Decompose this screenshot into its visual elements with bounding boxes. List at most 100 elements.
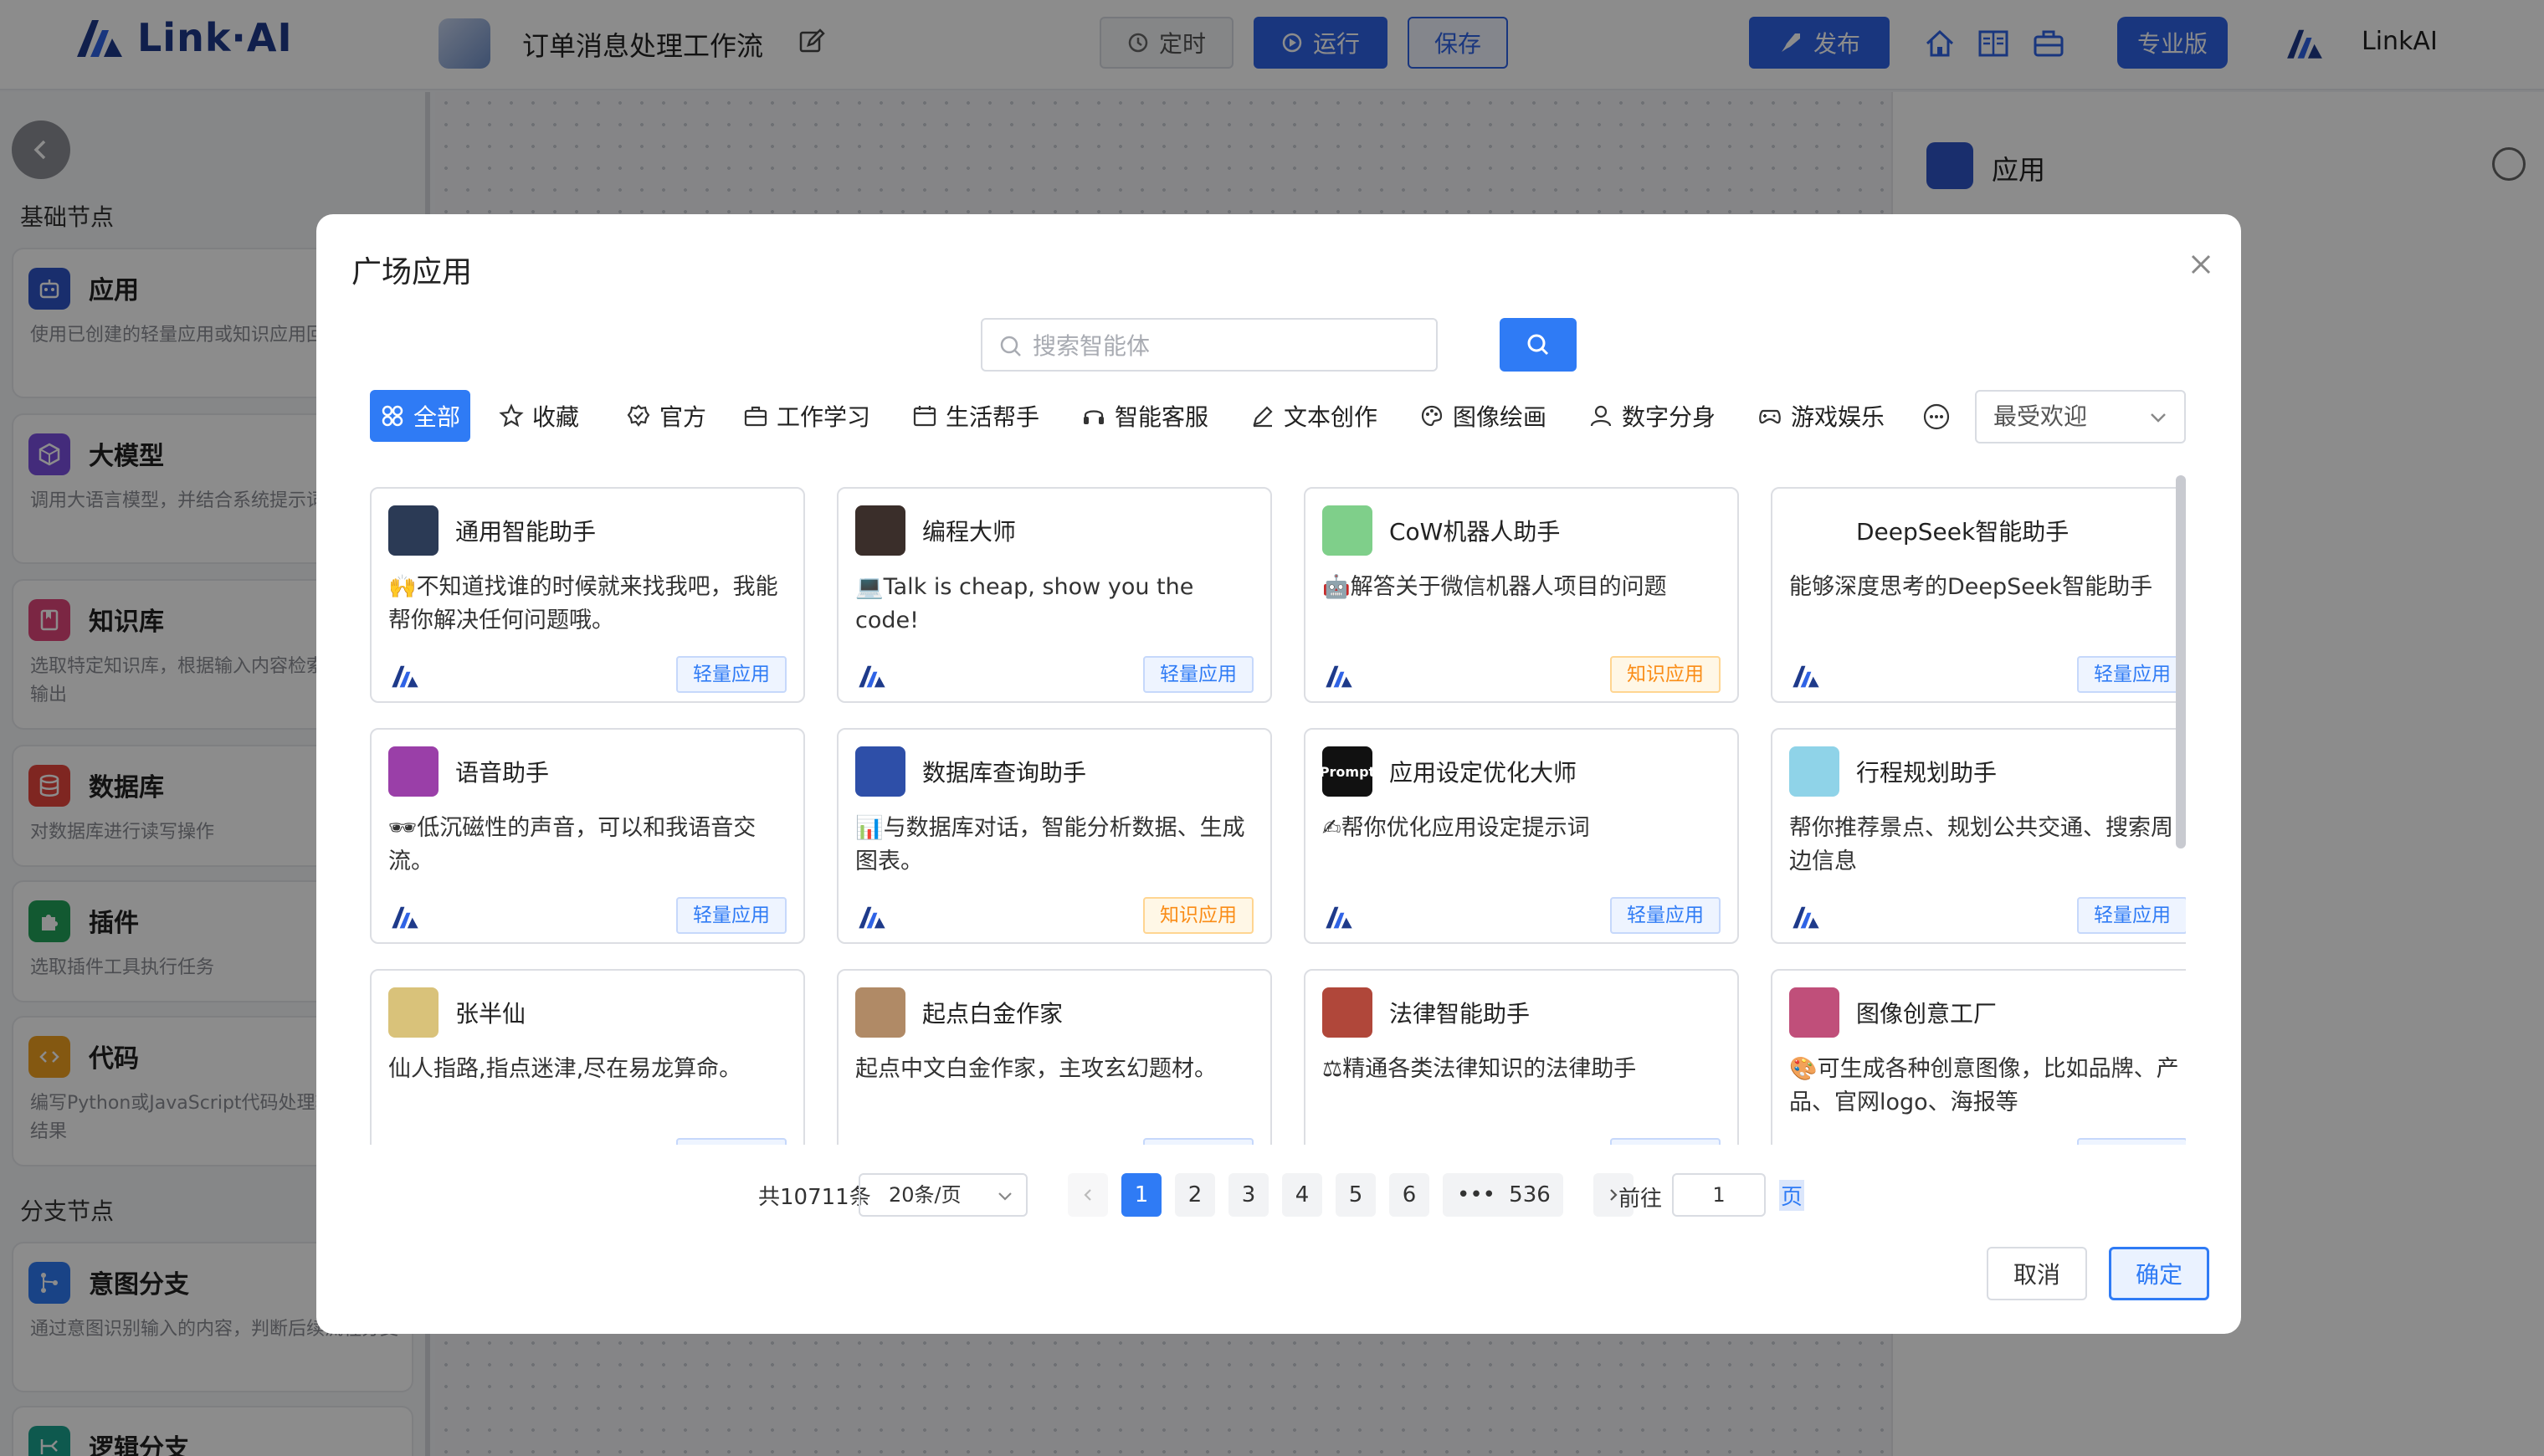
tab-digital-avatar[interactable]: 数字分身 <box>1578 390 1726 442</box>
tab-games-fun[interactable]: 游戏娱乐 <box>1747 390 1895 442</box>
app-description: 起点中文白金作家，主攻玄幻题材。 <box>855 1056 1217 1082</box>
page-number-button[interactable]: 6 <box>1389 1173 1429 1217</box>
app-card[interactable]: 起点白金作家起点中文白金作家，主攻玄幻题材。轻量应用 <box>837 969 1272 1145</box>
app-name: 语音助手 <box>455 759 550 787</box>
star-icon <box>499 403 524 428</box>
linkai-logo-icon <box>859 665 885 688</box>
tab-label: 生活帮手 <box>946 403 1040 431</box>
app-avatar <box>855 505 905 556</box>
app-card[interactable]: 通用智能助手 🙌不知道找谁的时候就来找我吧，我能帮你解决任何问题哦。 轻量应用 <box>370 487 805 703</box>
tab-label: 智能客服 <box>1115 403 1209 431</box>
page-number-button[interactable]: 4 <box>1282 1173 1322 1217</box>
app-name: 数据库查询助手 <box>922 759 1087 787</box>
app-type-tag: 轻量应用 <box>1610 897 1721 934</box>
app-type-tag: 轻量应用 <box>1610 1138 1721 1145</box>
app-description: 🕶低沉磁性的声音，可以和我语音交流。 <box>388 815 757 874</box>
app-card[interactable]: 张半仙仙人指路,指点迷津,尽在易龙算命。轻量应用 <box>370 969 805 1145</box>
chevron-down-icon <box>998 1192 1012 1201</box>
app-description: 💻Talk is cheap, show you the code! <box>855 574 1194 633</box>
sort-value: 最受欢迎 <box>1993 402 2088 430</box>
page-number-button[interactable]: 5 <box>1336 1173 1376 1217</box>
page-number-button[interactable]: 536 <box>1496 1173 1563 1217</box>
app-square-modal: 广场应用 全部 收藏 官方 工作学习 生活帮手 智能客服 文本创作 图像绘画 <box>316 214 2241 1334</box>
badge-icon <box>627 404 650 427</box>
page-number-button[interactable]: 2 <box>1175 1173 1215 1217</box>
app-card-list[interactable]: 通用智能助手 🙌不知道找谁的时候就来找我吧，我能帮你解决任何问题哦。 轻量应用 编程大… <box>370 487 2186 1145</box>
app-name: 起点白金作家 <box>922 1000 1064 1028</box>
linkai-logo-icon <box>1326 665 1352 688</box>
briefcase-icon <box>744 406 767 427</box>
tab-label: 收藏 <box>532 403 580 431</box>
app-avatar <box>855 987 905 1038</box>
tab-label: 官方 <box>659 403 707 431</box>
linkai-logo-icon <box>1326 906 1352 929</box>
linkai-logo-icon <box>392 906 418 929</box>
tab-official[interactable]: 官方 <box>616 390 716 442</box>
search-field <box>981 318 1438 372</box>
app-name: 行程规划助手 <box>1856 759 1998 787</box>
app-card[interactable]: 图像创意工厂 🎨可生成各种创意图像，比如品牌、产品、官网logo、海报等轻量应用 <box>1771 969 2186 1145</box>
tab-text-creation[interactable]: 文本创作 <box>1240 390 1387 442</box>
tab-image-painting[interactable]: 图像绘画 <box>1409 390 1557 442</box>
search-icon <box>1000 336 1021 356</box>
search-button[interactable] <box>1500 318 1577 372</box>
app-name: 法律智能助手 <box>1389 1000 1531 1028</box>
app-card[interactable]: CoW机器人助手 🤖解答关于微信机器人项目的问题 知识应用 <box>1304 487 1739 703</box>
search-input[interactable] <box>1033 325 1426 367</box>
app-type-tag: 轻量应用 <box>1143 1138 1254 1145</box>
calendar-icon <box>913 406 936 427</box>
app-name: 通用智能助手 <box>455 518 597 546</box>
pen-icon <box>1253 406 1273 428</box>
gamepad-icon <box>1759 409 1781 424</box>
tab-customer-service[interactable]: 智能客服 <box>1071 390 1218 442</box>
prev-page-button[interactable] <box>1068 1173 1108 1217</box>
app-card[interactable]: 法律智能助手 ⚖精通各类法律知识的法律助手轻量应用 <box>1304 969 1739 1145</box>
modal-title: 广场应用 <box>351 255 473 290</box>
app-name: 应用设定优化大师 <box>1389 759 1577 787</box>
app-name: DeepSeek智能助手 <box>1856 518 2070 546</box>
app-name: 图像创意工厂 <box>1856 1000 1998 1028</box>
app-description: 🎨可生成各种创意图像，比如品牌、产品、官网logo、海报等 <box>1789 1056 2179 1115</box>
list-scrollbar[interactable] <box>2176 475 2186 848</box>
page-size-select[interactable]: 20条/页 <box>859 1173 1028 1217</box>
app-avatar <box>1322 505 1372 556</box>
app-card[interactable]: DeepSeek智能助手 能够深度思考的DeepSeek智能助手 轻量应用 <box>1771 487 2186 703</box>
chevron-down-icon <box>2151 413 2166 423</box>
app-avatar: Prompt <box>1322 746 1372 797</box>
goto-page-input[interactable] <box>1672 1173 1766 1217</box>
app-type-tag: 轻量应用 <box>676 656 787 693</box>
app-avatar <box>388 505 439 556</box>
app-avatar <box>1789 987 1839 1038</box>
app-description: 仙人指路,指点迷津,尽在易龙算命。 <box>388 1056 742 1082</box>
app-description: 📊与数据库对话，智能分析数据、生成图表。 <box>855 815 1245 874</box>
tab-label: 图像绘画 <box>1453 403 1547 431</box>
close-icon[interactable] <box>2184 248 2218 281</box>
tab-label: 全部 <box>413 403 461 431</box>
app-avatar <box>388 746 439 797</box>
app-type-tag: 轻量应用 <box>676 897 787 934</box>
more-icon[interactable] <box>1921 402 1952 432</box>
user-icon <box>1590 405 1612 427</box>
page-number-button[interactable]: 1 <box>1121 1173 1162 1217</box>
app-description: ✍帮你优化应用设定提示词 <box>1322 815 1590 841</box>
goto-unit: 页 <box>1779 1180 1805 1211</box>
tab-label: 文本创作 <box>1284 403 1378 431</box>
cancel-button[interactable]: 取消 <box>1987 1247 2087 1300</box>
grid-icon <box>382 405 403 427</box>
tab-life-helper[interactable]: 生活帮手 <box>902 390 1049 442</box>
app-type-tag: 轻量应用 <box>676 1138 787 1145</box>
app-card[interactable]: 语音助手 🕶低沉磁性的声音，可以和我语音交流。轻量应用 <box>370 728 805 944</box>
sort-select[interactable]: 最受欢迎 <box>1975 390 2186 443</box>
tab-work-study[interactable]: 工作学习 <box>733 390 880 442</box>
app-card[interactable]: 数据库查询助手 📊与数据库对话，智能分析数据、生成图表。 知识应用 <box>837 728 1272 944</box>
tab-all[interactable]: 全部 <box>370 390 471 442</box>
linkai-logo-icon <box>1793 906 1819 929</box>
tab-favorites[interactable]: 收藏 <box>489 390 589 442</box>
app-description: 能够深度思考的DeepSeek智能助手 <box>1789 574 2153 600</box>
app-card[interactable]: 编程大师 💻Talk is cheap, show you the code! 轻量… <box>837 487 1272 703</box>
confirm-button[interactable]: 确定 <box>2109 1247 2209 1300</box>
app-card[interactable]: 行程规划助手 帮你推荐景点、规划公共交通、搜索周边信息 轻量应用 <box>1771 728 2186 944</box>
page-number-button[interactable]: 3 <box>1228 1173 1269 1217</box>
app-card[interactable]: Prompt 应用设定优化大师 ✍帮你优化应用设定提示词轻量应用 <box>1304 728 1739 944</box>
app-avatar <box>1789 505 1839 556</box>
